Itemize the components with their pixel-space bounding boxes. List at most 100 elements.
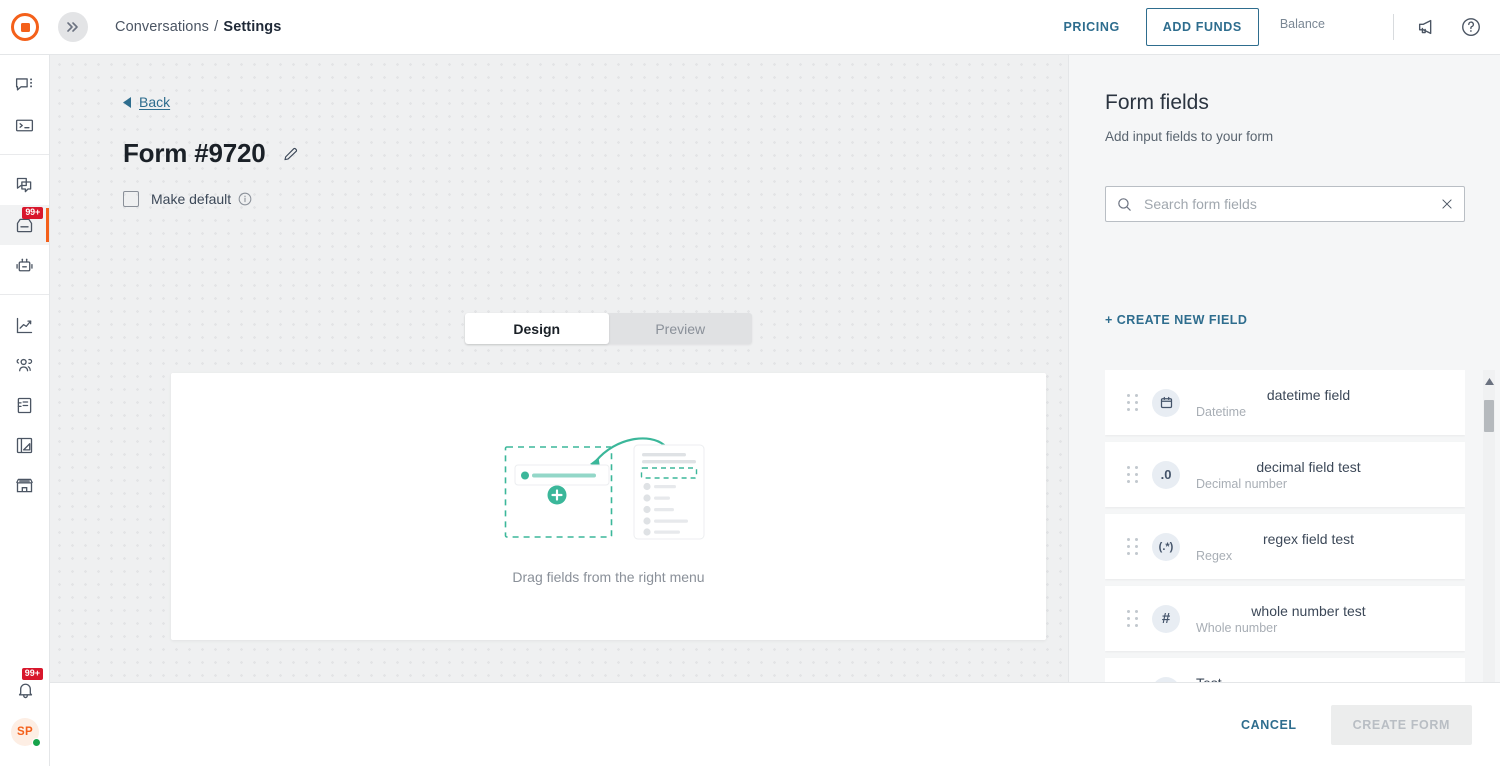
drag-handle-icon[interactable] (1127, 394, 1138, 411)
breadcrumb-separator: / (214, 19, 218, 35)
list-item[interactable]: (.*) regex field test Regex (1105, 514, 1465, 579)
scrollbar-thumb[interactable] (1484, 400, 1494, 432)
search-form-fields-box[interactable] (1105, 186, 1465, 222)
page-title: Form #9720 (123, 138, 266, 169)
make-default-checkbox[interactable] (123, 191, 139, 207)
fields-list-scrollbar[interactable] (1483, 370, 1495, 682)
field-name: decimal field test (1196, 459, 1465, 475)
pencil-icon (282, 145, 300, 163)
decimal-icon: .0 (1152, 461, 1180, 489)
conversations-icon (14, 75, 35, 96)
field-type: Whole number (1196, 621, 1465, 635)
form-title-row: Form #9720 (123, 138, 1068, 169)
list-item-text: datetime field Datetime (1196, 387, 1465, 419)
field-name: whole number test (1196, 603, 1465, 619)
breadcrumb-parent[interactable]: Conversations (115, 19, 209, 35)
console-icon (14, 115, 35, 136)
list-item[interactable]: # whole number test Whole number (1105, 586, 1465, 651)
app-root: Conversations / Settings PRICING ADD FUN… (0, 0, 1500, 766)
notifications-badge: 99+ (22, 668, 43, 680)
bell-icon (15, 679, 36, 700)
double-chevron-right-icon (65, 19, 81, 35)
help-button[interactable] (1460, 16, 1482, 38)
form-builder-canvas: Back Form #9720 Make default Desig (50, 55, 1068, 682)
analytics-icon (14, 315, 35, 336)
info-circle-icon (238, 192, 252, 206)
back-button[interactable]: Back (123, 94, 170, 110)
sidebar-item-analytics[interactable] (0, 305, 49, 345)
create-form-button[interactable]: CREATE FORM (1331, 705, 1472, 745)
contacts-icon (14, 355, 35, 376)
top-bar-divider (1393, 14, 1394, 40)
logo-core-icon (21, 23, 30, 32)
panel-subtitle: Add input fields to your form (1105, 129, 1500, 144)
field-type: Regex (1196, 549, 1465, 563)
field-name: Test (1196, 675, 1465, 683)
drop-area-hint: Drag fields from the right menu (512, 569, 704, 585)
pricing-link[interactable]: PRICING (1060, 14, 1124, 40)
tab-design[interactable]: Design (465, 313, 609, 344)
form-fields-panel: Form fields Add input fields to your for… (1068, 55, 1500, 682)
list-item-text: whole number test Whole number (1196, 603, 1465, 635)
drag-handle-icon[interactable] (1127, 538, 1138, 555)
calendar-icon (1152, 389, 1180, 417)
list-item[interactable]: Test Dropdown (1105, 658, 1465, 682)
hash-icon: # (1152, 605, 1180, 633)
nav-rail-footer: 99+ SP (0, 668, 50, 766)
scrollbar-track[interactable] (1483, 392, 1495, 682)
form-fields-list[interactable]: datetime field Datetime .0 decimal field… (1105, 370, 1465, 682)
drag-drop-illustration (504, 429, 714, 541)
field-type: Decimal number (1196, 477, 1465, 491)
app-logo[interactable] (0, 13, 50, 41)
clear-search-icon[interactable] (1434, 197, 1454, 211)
scroll-up-arrow-icon[interactable] (1485, 370, 1494, 392)
form-drop-area[interactable]: Drag fields from the right menu (171, 373, 1046, 640)
cancel-button[interactable]: CANCEL (1225, 706, 1313, 744)
nav-group-3 (0, 294, 49, 514)
info-icon[interactable] (238, 192, 252, 206)
field-name: datetime field (1196, 387, 1465, 403)
edit-title-button[interactable] (282, 145, 300, 163)
sidebar-item-inbox[interactable]: 99+ (0, 205, 49, 245)
drag-handle-icon[interactable] (1127, 610, 1138, 627)
list-item[interactable]: .0 decimal field test Decimal number (1105, 442, 1465, 507)
expand-sidebar-button[interactable] (58, 12, 88, 42)
sidebar-item-docs[interactable] (0, 385, 49, 425)
back-arrow-icon (123, 97, 132, 108)
marketplace-icon (14, 475, 35, 496)
make-default-row: Make default (123, 191, 1068, 207)
field-name: regex field test (1196, 531, 1465, 547)
sidebar-item-console[interactable] (0, 105, 49, 145)
sidebar-item-contacts[interactable] (0, 345, 49, 385)
user-avatar-button[interactable]: SP (0, 710, 50, 754)
sidebar-item-marketplace[interactable] (0, 465, 49, 505)
list-item[interactable]: datetime field Datetime (1105, 370, 1465, 435)
bot-icon (14, 255, 35, 276)
inbox-badge: 99+ (22, 207, 43, 219)
add-funds-button[interactable]: ADD FUNDS (1146, 8, 1259, 46)
list-item-text: decimal field test Decimal number (1196, 459, 1465, 491)
balance-label: Balance (1280, 17, 1325, 31)
search-input[interactable] (1144, 196, 1434, 212)
copy-message-icon (14, 175, 35, 196)
drag-handle-icon[interactable] (1127, 466, 1138, 483)
left-nav-rail: 99+ (0, 55, 50, 766)
sidebar-item-bot[interactable] (0, 245, 49, 285)
sidebar-item-flows[interactable] (0, 425, 49, 465)
top-bar: Conversations / Settings PRICING ADD FUN… (0, 0, 1500, 55)
design-preview-tabs: Design Preview (465, 313, 752, 344)
back-label: Back (139, 94, 170, 110)
breadcrumb-current: Settings (223, 19, 281, 35)
sidebar-item-conversations[interactable] (0, 65, 49, 105)
field-type: Datetime (1196, 405, 1465, 419)
notifications-button[interactable]: 99+ (0, 668, 50, 710)
breadcrumb: Conversations / Settings (115, 19, 281, 35)
megaphone-icon (1416, 16, 1438, 38)
announcements-button[interactable] (1416, 16, 1438, 38)
tab-preview[interactable]: Preview (609, 313, 753, 344)
online-status-dot (32, 738, 41, 747)
panel-title: Form fields (1105, 91, 1500, 115)
footer-action-bar: CANCEL CREATE FORM (50, 682, 1500, 766)
sidebar-item-copy-message[interactable] (0, 165, 49, 205)
create-new-field-button[interactable]: + CREATE NEW FIELD (1105, 313, 1247, 327)
